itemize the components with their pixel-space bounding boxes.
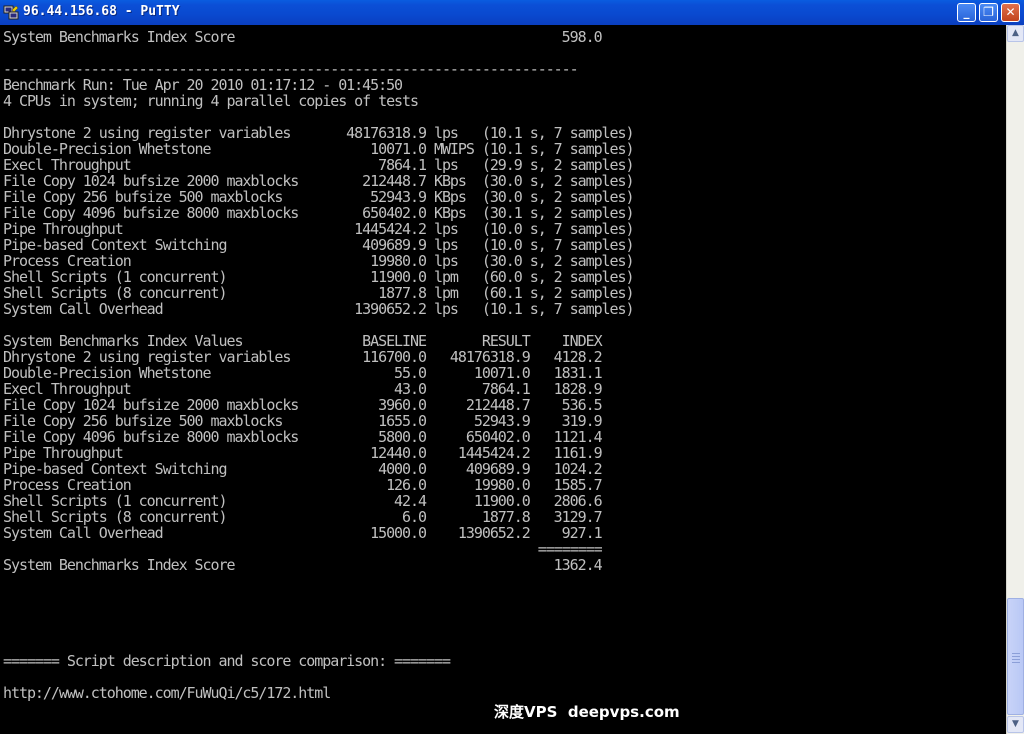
vertical-scrollbar[interactable]: ▲ ▼ xyxy=(1006,25,1024,734)
terminal-line: 4 CPUs in system; running 4 parallel cop… xyxy=(3,92,419,110)
grip-line xyxy=(1012,659,1020,660)
terminal-line: Pipe-based Context Switching 409689.9 lp… xyxy=(3,236,635,254)
terminal-line: File Copy 1024 bufsize 2000 maxblocks 21… xyxy=(3,172,635,190)
terminal-line: System Benchmarks Index Values BASELINE … xyxy=(3,332,603,350)
terminal-line: System Call Overhead 15000.0 1390652.2 9… xyxy=(3,524,603,542)
scroll-up-button[interactable]: ▲ xyxy=(1007,25,1024,42)
minimize-button[interactable]: _ xyxy=(957,3,976,22)
terminal-line: File Copy 4096 bufsize 8000 maxblocks 65… xyxy=(3,204,635,222)
terminal-line: Dhrystone 2 using register variables 481… xyxy=(3,124,635,142)
terminal-line: System Call Overhead 1390652.2 lps (10.1… xyxy=(3,300,635,318)
terminal-line: ----------------------------------------… xyxy=(3,60,579,78)
putty-icon xyxy=(3,5,19,20)
terminal-line: Shell Scripts (8 concurrent) 6.0 1877.8 … xyxy=(3,508,603,526)
terminal-line: File Copy 1024 bufsize 2000 maxblocks 39… xyxy=(3,396,603,414)
watermark: 深度VPS deepvps.com xyxy=(494,703,680,721)
title-bar[interactable]: 96.44.156.68 - PuTTY _ ❐ ✕ xyxy=(0,0,1024,25)
terminal-line: Shell Scripts (1 concurrent) 11900.0 lpm… xyxy=(3,268,635,286)
terminal-line: ======= Script description and score com… xyxy=(3,652,451,670)
scroll-down-button[interactable]: ▼ xyxy=(1007,716,1024,733)
terminal-line: Double-Precision Whetstone 10071.0 MWIPS… xyxy=(3,140,635,158)
terminal-line: Execl Throughput 7864.1 lps (29.9 s, 2 s… xyxy=(3,156,635,174)
terminal-line: Execl Throughput 43.0 7864.1 1828.9 xyxy=(3,380,603,398)
arrow-down-icon: ▼ xyxy=(1012,719,1019,729)
terminal-line: Dhrystone 2 using register variables 116… xyxy=(3,348,603,366)
terminal-line: System Benchmarks Index Score 598.0 xyxy=(3,28,603,46)
terminal-line: Pipe Throughput 12440.0 1445424.2 1161.9 xyxy=(3,444,603,462)
close-button[interactable]: ✕ xyxy=(1001,3,1020,22)
terminal-line: File Copy 256 bufsize 500 maxblocks 1655… xyxy=(3,412,603,430)
terminal-lines: System Benchmarks Index Score 598.0 -----… xyxy=(3,28,635,734)
terminal-line: http://www.ctohome.com/FuWuQi/c5/172.htm… xyxy=(3,684,331,702)
terminal-line: Shell Scripts (8 concurrent) 1877.8 lpm … xyxy=(3,284,635,302)
terminal-line: Pipe-based Context Switching 4000.0 4096… xyxy=(3,460,603,478)
grip-line xyxy=(1012,653,1020,654)
terminal-line: File Copy 256 bufsize 500 maxblocks 5294… xyxy=(3,188,635,206)
terminal-line: Pipe Throughput 1445424.2 lps (10.0 s, 7… xyxy=(3,220,635,238)
grip-line xyxy=(1012,662,1020,663)
grip-line xyxy=(1012,656,1020,657)
scroll-thumb[interactable] xyxy=(1007,598,1024,715)
terminal-line: System Benchmarks Index Score 1362.4 xyxy=(3,556,603,574)
terminal-line: Benchmark Run: Tue Apr 20 2010 01:17:12 … xyxy=(3,76,403,94)
terminal-line: Shell Scripts (1 concurrent) 42.4 11900.… xyxy=(3,492,603,510)
terminal-line: ======== xyxy=(3,540,603,558)
arrow-up-icon: ▲ xyxy=(1012,28,1019,38)
terminal-line: File Copy 4096 bufsize 8000 maxblocks 58… xyxy=(3,428,603,446)
terminal-line: Process Creation 126.0 19980.0 1585.7 xyxy=(3,476,603,494)
window-title: 96.44.156.68 - PuTTY xyxy=(23,4,180,19)
terminal-line: Double-Precision Whetstone 55.0 10071.0 … xyxy=(3,364,603,382)
terminal-line: Process Creation 19980.0 lps (30.0 s, 2 … xyxy=(3,252,635,270)
terminal-output[interactable]: System Benchmarks Index Score 598.0 -----… xyxy=(0,25,1006,734)
maximize-button[interactable]: ❐ xyxy=(979,3,998,22)
